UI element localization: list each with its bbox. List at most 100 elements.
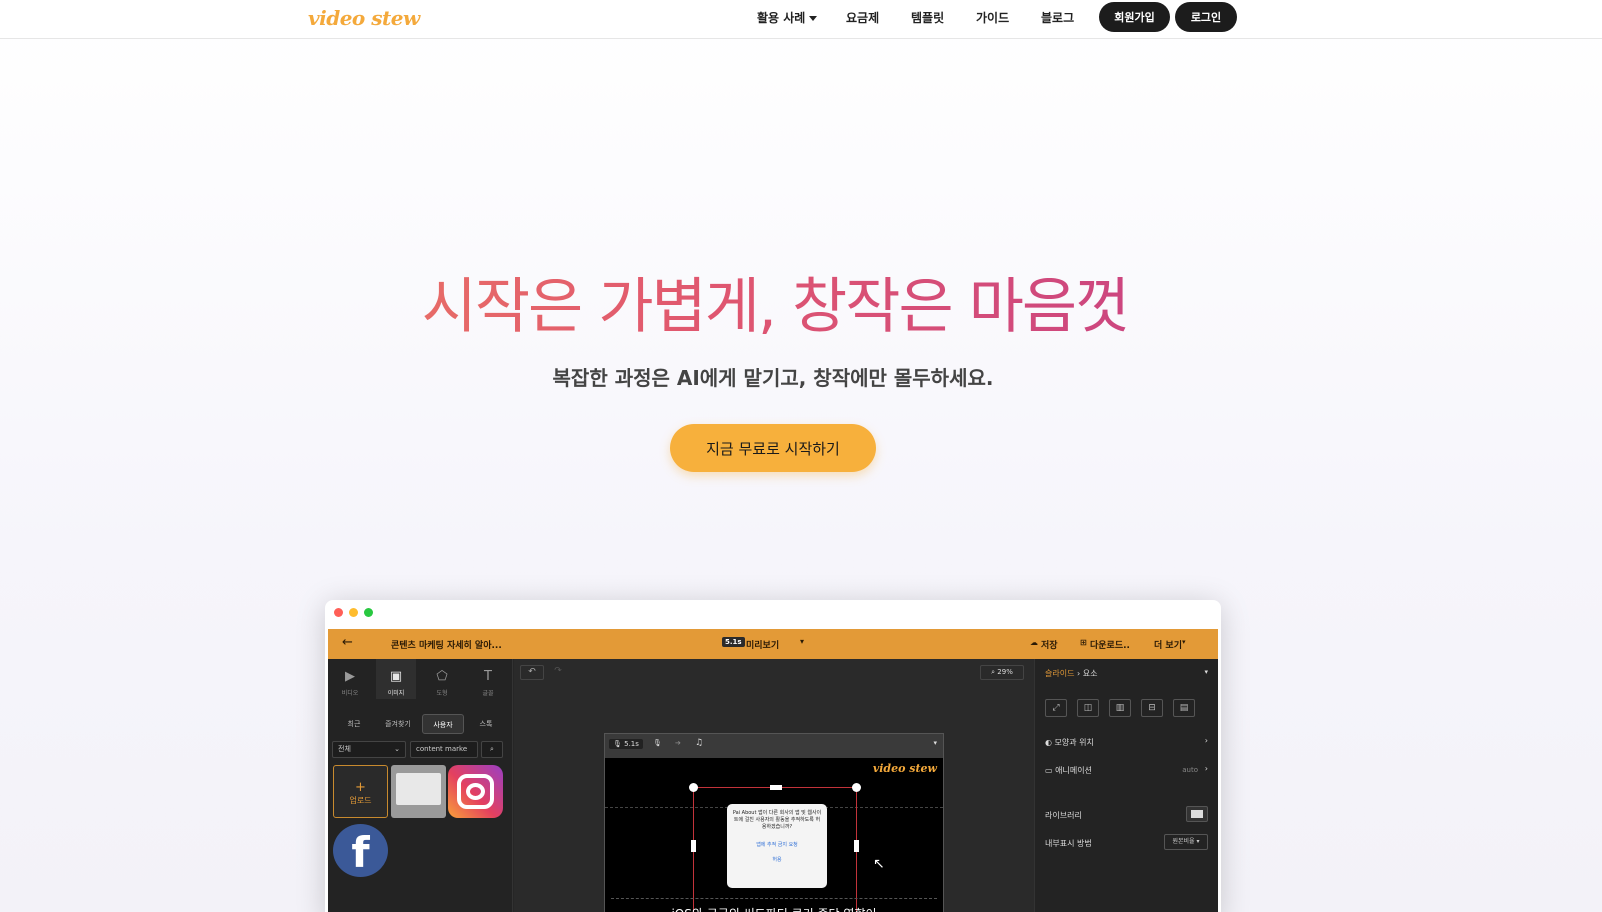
- close-dot-icon: [334, 608, 343, 617]
- more-button[interactable]: 더 보기: [1154, 638, 1182, 651]
- start-free-button[interactable]: 지금 무료로 시작하기: [670, 424, 876, 472]
- microphone-icon[interactable]: 🎙: [653, 739, 662, 747]
- undo-icon[interactable]: ↶: [520, 665, 544, 680]
- window-controls: [334, 608, 373, 617]
- chevron-down-icon: ▾: [1196, 838, 1200, 845]
- arrow-right-icon[interactable]: ➔: [675, 739, 681, 747]
- breadcrumb: 슬라이드 › 요소: [1045, 668, 1097, 679]
- tab-user[interactable]: 사용자: [422, 714, 464, 734]
- library-thumbnail[interactable]: [1186, 806, 1208, 822]
- plus-icon: +: [355, 780, 366, 795]
- nav-guide[interactable]: 가이드: [976, 9, 1009, 26]
- app-preview-window: ← 콘텐츠 마케팅 자세히 알아... 5.1s 미리보기 ▾ ☁ 저장 ⊞ 다…: [325, 600, 1221, 912]
- zoom-value: 29%: [997, 668, 1013, 676]
- search-input[interactable]: content marke: [410, 741, 478, 758]
- filter-value: 전체: [338, 745, 351, 753]
- dialog-text: Pai About 앱이 다른 회사의 앱 및 웹사이트에 걸친 사용자의 활동…: [732, 810, 822, 830]
- breadcrumb-slide[interactable]: 슬라이드: [1045, 669, 1074, 678]
- nav-use-cases[interactable]: 활용 사례: [757, 9, 818, 26]
- filter-select[interactable]: 전체 ⌄: [332, 741, 406, 758]
- animation-row[interactable]: ▭ 애니메이션: [1045, 765, 1092, 776]
- download-icon: ⊞: [1080, 638, 1087, 647]
- preview-duration: 🎙 5.1s: [609, 739, 643, 749]
- app-top-bar: ← 콘텐츠 마케팅 자세히 알아... 5.1s 미리보기 ▾ ☁ 저장 ⊞ 다…: [328, 629, 1218, 659]
- tab-favorites[interactable]: 즐겨찾기: [376, 714, 420, 734]
- facebook-icon[interactable]: f: [333, 824, 388, 877]
- resize-handle[interactable]: [691, 840, 696, 852]
- nav-pricing[interactable]: 요금제: [846, 9, 879, 26]
- login-button[interactable]: 로그인: [1175, 2, 1237, 32]
- dialog-allow: 허용: [772, 857, 782, 863]
- redo-icon[interactable]: ↷: [548, 665, 568, 680]
- animation-value: auto: [1182, 766, 1198, 774]
- preview-button[interactable]: 미리보기: [746, 638, 779, 651]
- shape-position-label: 모양과 위치: [1054, 738, 1094, 747]
- chevron-down-icon[interactable]: ▾: [1204, 668, 1208, 676]
- chevron-down-icon: ⌄: [394, 745, 400, 753]
- tool-video[interactable]: ▶ 비디오: [330, 669, 370, 697]
- thumbnail-preview: [396, 773, 441, 805]
- image-thumbnail-screenshot[interactable]: [391, 765, 446, 818]
- download-button[interactable]: 다운로드..: [1090, 638, 1130, 651]
- hero-subtitle: 복잡한 과정은 AI에게 맡기고, 창작에만 몰두하세요.: [552, 366, 994, 390]
- resize-handle[interactable]: [689, 783, 698, 792]
- resize-handle[interactable]: [854, 840, 859, 852]
- caption-text[interactable]: iOS와 구글의 써드파티 쿠키 중단 영향이: [611, 898, 937, 912]
- chevron-right-icon: ›: [1077, 669, 1081, 678]
- tool-image[interactable]: ▣ 이미지: [376, 659, 416, 699]
- right-panel: 슬라이드 › 요소 ▾ ⤢ ◫ ▥ ⊟ ▤ ◐ 모양과 위치 › ▭ 애니메이션…: [1034, 659, 1218, 912]
- split-rows-icon[interactable]: ▤: [1173, 699, 1195, 717]
- arrow-left-icon[interactable]: ←: [342, 635, 353, 650]
- tool-video-label: 비디오: [341, 690, 359, 697]
- site-header: video stew 활용 사례 요금제 템플릿 가이드 블로그 회원가입 로그…: [0, 0, 1602, 39]
- hero-title: 시작은 가볍게, 창작은 마음껏: [0, 258, 1550, 345]
- nav-templates[interactable]: 템플릿: [911, 9, 944, 26]
- chevron-right-icon[interactable]: ›: [1205, 764, 1208, 773]
- canvas-area: ↶ ↷ ⌕ 29% 🎙 5.1s 🎙 ➔ ♫ ▾ video stew Pai …: [514, 659, 1034, 912]
- slide-preview[interactable]: 🎙 5.1s 🎙 ➔ ♫ ▾ video stew Pai About 앱이 다…: [604, 733, 944, 912]
- chevron-right-icon[interactable]: ›: [1205, 736, 1208, 745]
- save-button[interactable]: 저장: [1041, 638, 1058, 651]
- display-method-value: 원본비율: [1172, 838, 1195, 845]
- split-horizontal-icon[interactable]: ⊟: [1141, 699, 1163, 717]
- music-note-icon[interactable]: ♫: [695, 738, 703, 748]
- tool-text[interactable]: T 글꼴: [468, 669, 508, 697]
- shape-position-row[interactable]: ◐ 모양과 위치: [1045, 737, 1094, 748]
- brand-logo[interactable]: video stew: [308, 6, 420, 30]
- left-panel: ▶ 비디오 ▣ 이미지 ⬠ 도형 T 글꼴 최근 즐겨찾기 사용자 스톡 전체 ⌄ con…: [328, 659, 513, 912]
- library-label: 라이브러리: [1045, 811, 1082, 820]
- tool-shape-label: 도형: [436, 690, 448, 697]
- duration-badge: 5.1s: [722, 637, 745, 647]
- image-icon: ▣: [389, 669, 403, 684]
- tab-recent[interactable]: 최근: [334, 714, 374, 734]
- search-icon[interactable]: ⌕: [481, 741, 503, 758]
- animation-label: 애니메이션: [1055, 766, 1092, 775]
- chevron-down-icon[interactable]: ▾: [800, 637, 804, 646]
- resize-handle[interactable]: [770, 785, 782, 790]
- animation-icon: ▭: [1045, 766, 1053, 775]
- upload-button[interactable]: + 업로드: [333, 765, 388, 818]
- display-method-select[interactable]: 원본비율 ▾: [1164, 834, 1208, 850]
- palette-icon: ◐: [1045, 738, 1052, 747]
- resize-handle[interactable]: [852, 783, 861, 792]
- chevron-down-icon[interactable]: ▾: [933, 739, 937, 747]
- signup-button[interactable]: 회원가입: [1099, 2, 1170, 32]
- preview-logo: video stew: [872, 762, 937, 775]
- nav-blog[interactable]: 블로그: [1041, 9, 1074, 26]
- split-three-icon[interactable]: ▥: [1109, 699, 1131, 717]
- app-body: ▶ 비디오 ▣ 이미지 ⬠ 도형 T 글꼴 최근 즐겨찾기 사용자 스톡 전체 ⌄ con…: [328, 659, 1218, 912]
- tracking-dialog: Pai About 앱이 다른 회사의 앱 및 웹사이트에 걸친 사용자의 활동…: [727, 804, 827, 888]
- project-title[interactable]: 콘텐츠 마케팅 자세히 알아...: [391, 638, 502, 651]
- tab-stock[interactable]: 스톡: [466, 714, 506, 734]
- minimize-dot-icon: [349, 608, 358, 617]
- tool-text-label: 글꼴: [482, 690, 494, 697]
- fit-icon[interactable]: ⤢: [1045, 699, 1067, 717]
- tool-shape[interactable]: ⬠ 도형: [422, 669, 462, 697]
- selection-box[interactable]: Pai About 앱이 다른 회사의 앱 및 웹사이트에 걸친 사용자의 활동…: [689, 783, 861, 912]
- chevron-down-icon: [809, 16, 818, 21]
- preview-duration-value: 5.1s: [624, 740, 639, 748]
- split-two-icon[interactable]: ◫: [1077, 699, 1099, 717]
- instagram-icon[interactable]: [448, 765, 503, 818]
- display-method-label: 내부표시 방법: [1045, 839, 1092, 848]
- zoom-control[interactable]: ⌕ 29%: [980, 665, 1024, 680]
